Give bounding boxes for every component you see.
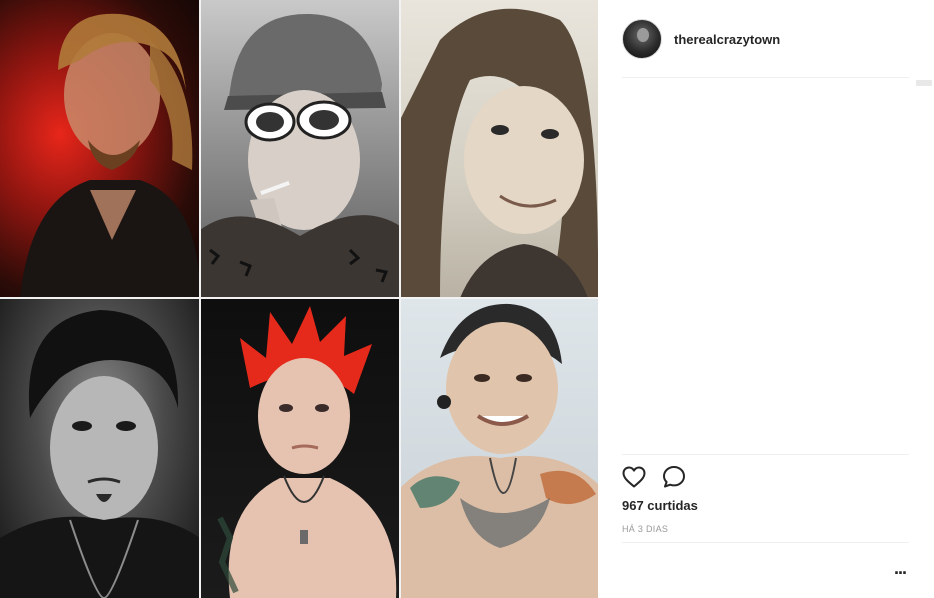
collage-divider <box>399 0 401 598</box>
like-button[interactable] <box>620 464 648 490</box>
comment-icon <box>663 466 685 488</box>
collage-photo-5 <box>200 298 400 598</box>
collage-photo-2 <box>200 0 400 298</box>
collage-photo-1 <box>0 0 200 298</box>
action-bar <box>620 464 700 490</box>
comments-area <box>622 78 910 454</box>
collage-divider <box>199 0 201 598</box>
post-image-collage[interactable] <box>0 0 598 598</box>
portrait-illustration <box>20 13 200 298</box>
avatar[interactable] <box>622 19 662 59</box>
like-count[interactable]: 967 curtidas <box>622 498 698 513</box>
collage-divider <box>0 297 598 299</box>
post-details-panel: therealcrazytown 967 curtidas HÁ 3 DIAS … <box>598 0 934 598</box>
username-link[interactable]: therealcrazytown <box>674 32 780 47</box>
collage-photo-4 <box>0 298 200 598</box>
footer-divider <box>622 542 909 543</box>
heart-icon <box>622 466 646 488</box>
collage-photo-6 <box>400 298 598 598</box>
post-timestamp[interactable]: HÁ 3 DIAS <box>622 524 668 534</box>
more-options-button[interactable]: ... <box>888 559 912 582</box>
actions-divider <box>622 454 909 455</box>
collage-photo-3 <box>400 0 598 298</box>
instagram-post: therealcrazytown 967 curtidas HÁ 3 DIAS … <box>0 0 934 598</box>
post-header: therealcrazytown <box>622 18 910 60</box>
comments-scrollbar[interactable] <box>916 80 932 86</box>
comment-button[interactable] <box>660 464 688 490</box>
